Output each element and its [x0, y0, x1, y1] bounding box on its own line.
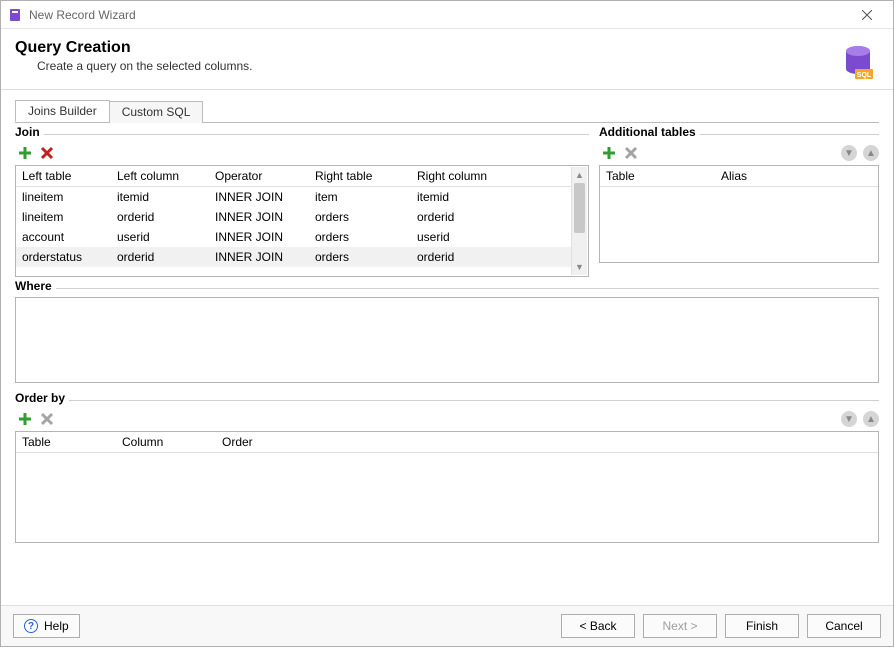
- additional-tables-group: Additional tables ▼ ▲: [599, 133, 879, 283]
- orderby-table[interactable]: Table Column Order: [15, 431, 879, 543]
- app-icon: [7, 7, 23, 23]
- orderby-header: Table Column Order: [16, 432, 878, 453]
- col-ob-column[interactable]: Column: [116, 432, 216, 452]
- join-row[interactable]: lineitem orderid INNER JOIN orders order…: [16, 207, 572, 227]
- tab-custom-sql[interactable]: Custom SQL: [109, 101, 204, 123]
- col-right-column[interactable]: Right column: [411, 166, 572, 186]
- join-scrollbar[interactable]: ▲ ▼: [571, 167, 587, 275]
- add-orderby-button[interactable]: [17, 411, 33, 427]
- window-title: New Record Wizard: [29, 8, 136, 22]
- join-and-additional-row: Join Left table: [15, 133, 879, 283]
- next-button[interactable]: Next >: [643, 614, 717, 638]
- move-up-icon[interactable]: ▲: [863, 145, 879, 161]
- col-operator[interactable]: Operator: [209, 166, 309, 186]
- col-ob-table[interactable]: Table: [16, 432, 116, 452]
- remove-orderby-button[interactable]: [39, 411, 55, 427]
- wizard-footer: ? Help < Back Next > Finish Cancel: [1, 605, 893, 646]
- where-legend: Where: [15, 279, 56, 293]
- window-close-button[interactable]: [847, 1, 887, 28]
- col-ob-order[interactable]: Order: [216, 432, 878, 452]
- remove-additional-table-button[interactable]: [623, 145, 639, 161]
- join-table-header: Left table Left column Operator Right ta…: [16, 166, 572, 187]
- orderby-group: Order by ▼ ▲ Table Colu: [15, 399, 879, 549]
- wizard-window: New Record Wizard Query Creation Create …: [0, 0, 894, 647]
- help-button[interactable]: ? Help: [13, 614, 80, 638]
- orderby-move-down-icon[interactable]: ▼: [841, 411, 857, 427]
- wizard-body: Joins Builder Custom SQL Join: [1, 90, 893, 605]
- help-icon: ?: [24, 619, 38, 633]
- page-subtitle: Create a query on the selected columns.: [37, 59, 879, 73]
- titlebar: New Record Wizard: [1, 1, 893, 29]
- help-label: Help: [44, 619, 69, 633]
- join-row[interactable]: account userid INNER JOIN orders userid: [16, 227, 572, 247]
- back-button[interactable]: < Back: [561, 614, 635, 638]
- svg-text:SQL: SQL: [857, 72, 872, 79]
- scroll-thumb[interactable]: [574, 183, 585, 233]
- additional-header: Table Alias: [600, 166, 878, 187]
- add-additional-table-button[interactable]: [601, 145, 617, 161]
- finish-button[interactable]: Finish: [725, 614, 799, 638]
- orderby-move-up-icon[interactable]: ▲: [863, 411, 879, 427]
- where-text-area[interactable]: [15, 297, 879, 383]
- orderby-legend: Order by: [15, 391, 69, 405]
- where-group: Where: [15, 287, 879, 389]
- tab-bar: Joins Builder Custom SQL: [15, 100, 879, 123]
- additional-toolbar: ▼ ▲: [599, 143, 879, 165]
- join-legend: Join: [15, 125, 44, 139]
- add-join-button[interactable]: [17, 145, 33, 161]
- join-table[interactable]: Left table Left column Operator Right ta…: [15, 165, 589, 277]
- join-row[interactable]: orderstatus orderid INNER JOIN orders or…: [16, 247, 572, 267]
- additional-legend: Additional tables: [599, 125, 700, 139]
- tab-joins-builder[interactable]: Joins Builder: [15, 100, 110, 122]
- join-row[interactable]: lineitem itemid INNER JOIN item itemid: [16, 187, 572, 207]
- col-right-table[interactable]: Right table: [309, 166, 411, 186]
- orderby-toolbar: ▼ ▲: [15, 409, 879, 431]
- page-title: Query Creation: [15, 39, 879, 57]
- cancel-button[interactable]: Cancel: [807, 614, 881, 638]
- col-alias[interactable]: Alias: [715, 166, 878, 186]
- join-group: Join Left table: [15, 133, 589, 283]
- sql-database-icon: SQL: [843, 45, 873, 81]
- move-down-icon[interactable]: ▼: [841, 145, 857, 161]
- wizard-header: Query Creation Create a query on the sel…: [1, 29, 893, 90]
- col-table[interactable]: Table: [600, 166, 715, 186]
- additional-tables-list[interactable]: Table Alias: [599, 165, 879, 263]
- remove-join-button[interactable]: [39, 145, 55, 161]
- col-left-column[interactable]: Left column: [111, 166, 209, 186]
- scroll-down-icon[interactable]: ▼: [572, 259, 587, 275]
- join-toolbar: [15, 143, 589, 165]
- col-left-table[interactable]: Left table: [16, 166, 111, 186]
- scroll-up-icon[interactable]: ▲: [572, 167, 587, 183]
